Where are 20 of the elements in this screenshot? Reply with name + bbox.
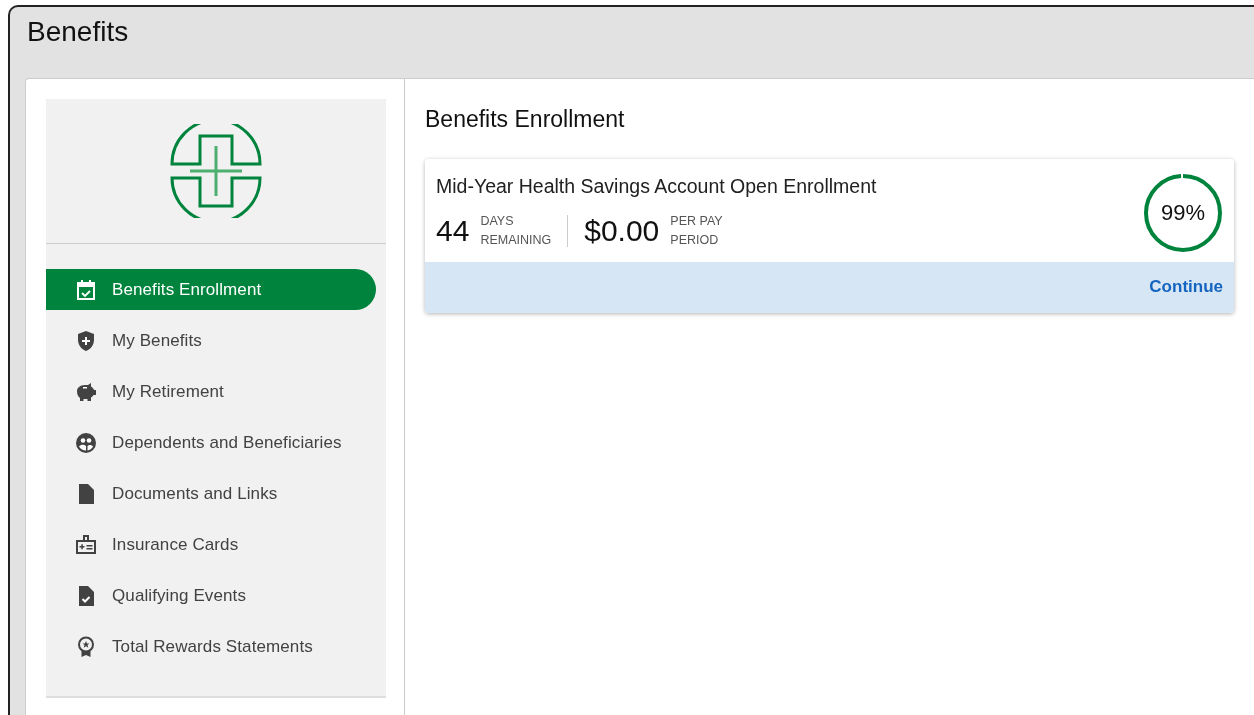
continue-link[interactable]: Continue	[1149, 277, 1223, 297]
sidebar-nav-item[interactable]: Dependents and Beneficiaries	[46, 422, 376, 463]
sidebar-nav-item[interactable]: Total Rewards Statements	[46, 626, 376, 667]
days-count: 44	[436, 214, 470, 248]
sidebar-nav-item[interactable]: My Retirement	[46, 371, 376, 412]
enrollment-title: Mid-Year Health Savings Account Open Enrollment	[436, 175, 877, 198]
id-card-icon	[74, 532, 98, 557]
page-title: Benefits	[26, 15, 130, 49]
sidebar-nav-item[interactable]: Qualifying Events	[46, 575, 376, 616]
calendar-check-icon	[74, 277, 98, 302]
sidebar-nav-item[interactable]: Documents and Links	[46, 473, 376, 514]
amount-label: PER PAY PERIOD	[670, 213, 723, 249]
days-label: DAYS REMAINING	[480, 213, 552, 249]
sidebar-nav-item[interactable]: Benefits Enrollment	[46, 269, 376, 310]
sidebar-nav-item[interactable]: My Benefits	[46, 320, 376, 361]
section-heading: Benefits Enrollment	[424, 105, 626, 134]
sidebar-nav-item[interactable]: Insurance Cards	[46, 524, 376, 565]
progress-percent: 99%	[1159, 199, 1206, 227]
amount-value: $0.00	[584, 214, 660, 248]
people-circle-icon	[74, 430, 98, 455]
